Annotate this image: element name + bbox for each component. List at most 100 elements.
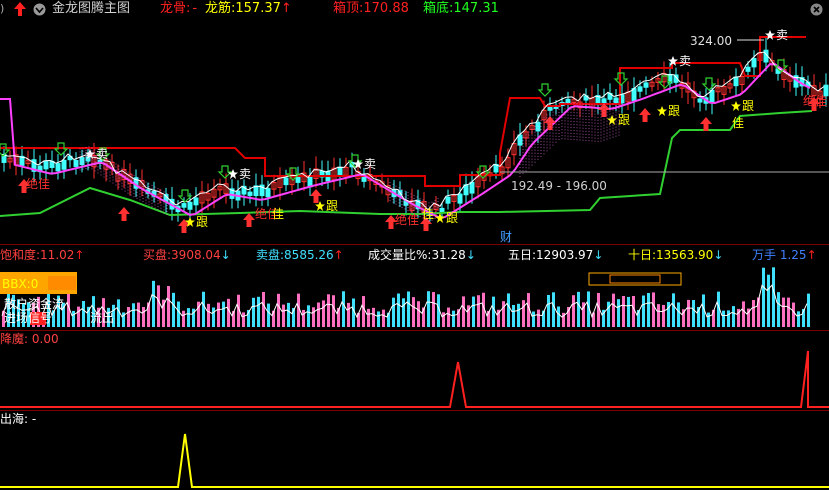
candle-body: [265, 188, 271, 198]
volume-bar: [642, 295, 645, 327]
volume-bar: [262, 292, 265, 327]
candle-body: [253, 185, 259, 197]
volume-bar: [577, 291, 580, 327]
indicator-2-chart[interactable]: [0, 426, 829, 490]
volume-bar: [752, 300, 755, 327]
header-item-longgu: 龙骨: -: [160, 1, 198, 16]
vh-ratio: 成交量比%:31.28↓: [368, 248, 476, 262]
volume-bar: [627, 296, 630, 327]
volume-bar: [412, 297, 415, 327]
volume-bar: [507, 293, 510, 327]
chevron-down-icon[interactable]: [33, 3, 46, 16]
volume-bar: [657, 304, 660, 327]
volume-bar: [257, 296, 260, 327]
star-icon: [607, 115, 617, 125]
header-item-longjin: 龙筋:157.37↑: [205, 1, 292, 16]
volume-bar: [172, 292, 175, 327]
indicator-1-line: [0, 350, 829, 408]
volume-bar: [322, 300, 325, 327]
candle-body: [445, 196, 451, 204]
volume-bar: [707, 312, 710, 327]
candle-body: [745, 66, 751, 72]
volume-bar: [72, 310, 75, 327]
candle-body: [337, 166, 343, 176]
volume-bar: [762, 267, 765, 327]
volume-bar: [152, 280, 155, 327]
volume-header: 饱和度:11.02↑ 买盘:3908.04↓ 卖盘:8585.26↑ 成交量比%…: [0, 246, 829, 264]
volume-bar: [187, 308, 190, 327]
volume-bar: [177, 301, 180, 327]
volume-bar: [727, 310, 730, 327]
indicator-2-header: 出海: -: [0, 412, 37, 426]
vh-unit: 万手 1.25↑: [752, 248, 817, 262]
signal-label: 绝佳: [803, 93, 827, 108]
main-price-chart[interactable]: 卖卖卖卖卖跟跟跟跟跟 跟绝佳绝佳 绝佳绝佳佳佳佳 324.00 192.49 - 1…: [0, 18, 829, 244]
candle-body: [79, 157, 85, 166]
main-header: ) 金龙图腾主图 龙骨: - 龙筋:157.37↑ 箱顶:170.88 箱底:14…: [0, 0, 829, 18]
candle-body: [457, 193, 463, 204]
volume-box-inner: [609, 274, 661, 284]
signal-label: 卖: [776, 28, 788, 42]
volume-bar: [282, 304, 285, 327]
candle-body: [61, 159, 67, 170]
signal-label: 佳: [272, 207, 284, 221]
candle-body: [733, 76, 739, 87]
volume-bar: [222, 301, 225, 327]
entry-signal-label: 进场信号: [4, 311, 52, 325]
candle-body: [439, 207, 445, 213]
volume-chart[interactable]: BBX:0 散户资金流 进场信号 流出: [0, 264, 829, 330]
candle-body: [469, 181, 475, 194]
header-item-xiangdi: 箱底:147.31: [423, 1, 499, 16]
chart-title: 金龙图腾主图: [52, 1, 131, 16]
down-signal-icon: [217, 165, 233, 179]
volume-bar: [407, 291, 410, 327]
pane-divider-2: [0, 330, 829, 331]
volume-bar: [377, 311, 380, 327]
vh-sell: 卖盘:8585.26↑: [256, 248, 344, 262]
candlestick-series: [1, 37, 829, 226]
volume-bar: [552, 292, 555, 327]
volume-bar: [397, 293, 400, 327]
volume-bar: [532, 311, 535, 327]
cai-label: 财: [500, 230, 512, 244]
volume-bar: [302, 309, 305, 327]
signal-label: 跟: [326, 199, 338, 213]
volume-bar: [572, 295, 575, 327]
signal-label: 跟: [742, 99, 754, 113]
volume-bar: [687, 299, 690, 327]
volume-bar: [182, 310, 185, 327]
signal-label: 跟: [668, 104, 680, 118]
volume-bar: [312, 307, 315, 327]
buy-arrow-icon: [639, 108, 651, 122]
volume-bar: [252, 297, 255, 327]
volume-bar: [722, 310, 725, 327]
signal-label: 跟: [446, 211, 458, 225]
volume-bar: [517, 303, 520, 327]
volume-bar: [672, 293, 675, 327]
signal-label: 跟: [196, 215, 208, 229]
volume-bar: [767, 274, 770, 327]
volume-bar: [662, 304, 665, 327]
candle-body: [193, 197, 199, 206]
pane-divider-1: [0, 244, 829, 245]
volume-bar: [607, 301, 610, 327]
volume-bar: [167, 286, 170, 327]
volume-bar: [787, 297, 790, 327]
volume-bar: [477, 295, 480, 327]
close-icon[interactable]: [810, 3, 823, 16]
volume-bar: [82, 301, 85, 327]
volume-bar: [537, 309, 540, 327]
volume-bar: [742, 301, 745, 327]
volume-bar: [807, 293, 810, 327]
candle-body: [247, 191, 253, 196]
candle-body: [181, 203, 187, 208]
volume-bar: [782, 297, 785, 327]
volume-bar: [447, 307, 450, 327]
volume-bar: [347, 302, 350, 327]
volume-bar: [342, 291, 345, 327]
up-arrow-icon[interactable]: [14, 2, 26, 16]
indicator-1-chart[interactable]: [0, 346, 829, 410]
volume-bar: [502, 301, 505, 327]
volume-bars: [2, 267, 810, 327]
volume-bar: [402, 298, 405, 327]
